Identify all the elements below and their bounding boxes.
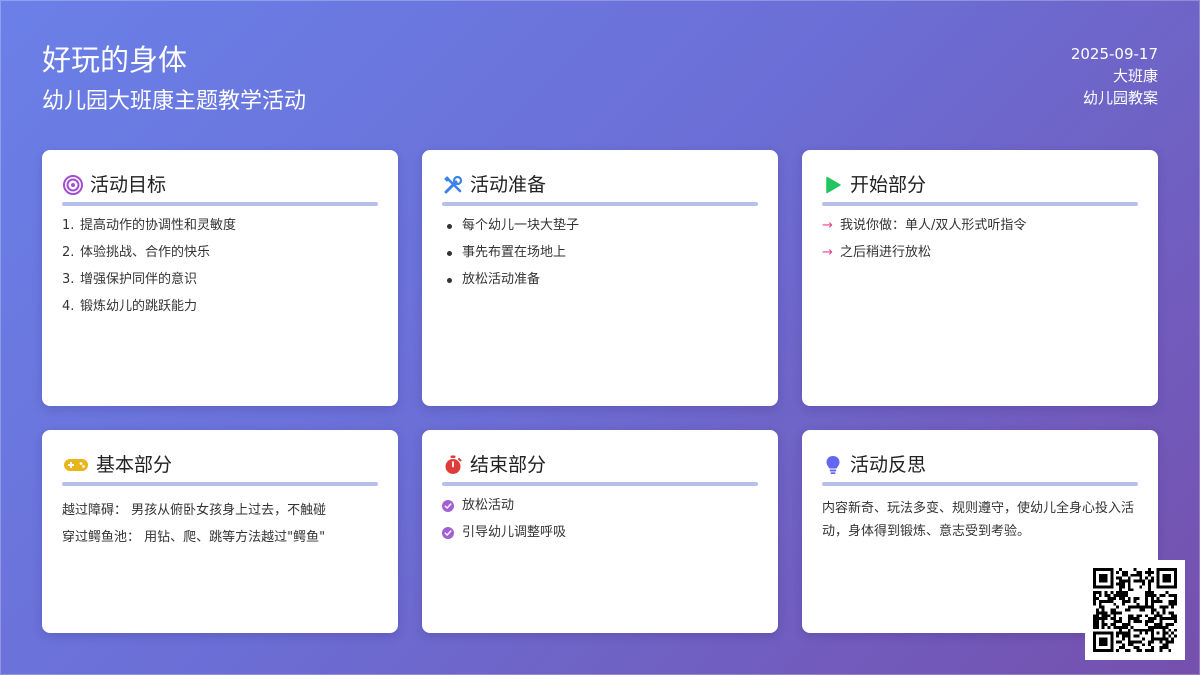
end-card-title: 结束部分 bbox=[470, 454, 547, 476]
start-list: → 我说你做：单人/双人形式听指令 → 之后稍进行放松 bbox=[822, 217, 1138, 262]
list-item: 放松活动 bbox=[442, 497, 758, 515]
reflect-card-title: 活动反思 bbox=[850, 454, 927, 476]
list-number: 3. bbox=[62, 272, 75, 287]
start-card-header: 开始部分 bbox=[822, 172, 1138, 198]
qr-code-icon[interactable] bbox=[1085, 560, 1185, 660]
check-circle-icon bbox=[442, 500, 454, 512]
start-card-divider bbox=[822, 202, 1138, 206]
list-item: 3. 增强保护同伴的意识 bbox=[62, 271, 378, 289]
list-item: 4. 锻炼幼儿的跳跃能力 bbox=[62, 298, 378, 316]
header-class: 大班康 bbox=[1112, 67, 1158, 85]
list-item-text: 体验挑战、合作的快乐 bbox=[80, 245, 211, 260]
list-item: 每个幼儿一块大垫子 bbox=[442, 217, 758, 235]
goals-card-title: 活动目标 bbox=[90, 174, 167, 196]
header-doc-type: 幼儿园教案 bbox=[1082, 89, 1158, 107]
list-item-text: 放松活动准备 bbox=[462, 272, 541, 287]
basic-card-header: 基本部分 bbox=[62, 452, 378, 478]
list-item: 2. 体验挑战、合作的快乐 bbox=[62, 244, 378, 262]
page-title: 好玩的身体 bbox=[42, 43, 188, 77]
list-number: 4. bbox=[62, 299, 75, 314]
end-list: 放松活动 引导幼儿调整呼吸 bbox=[442, 497, 758, 542]
list-item-text: 事先布置在场地上 bbox=[462, 245, 567, 260]
arrow-right-icon: → bbox=[822, 245, 833, 260]
list-item-text: 锻炼幼儿的跳跃能力 bbox=[80, 299, 198, 314]
basic-card-divider bbox=[62, 482, 378, 486]
list-item-text: 放松活动 bbox=[462, 498, 515, 513]
list-item: 引导幼儿调整呼吸 bbox=[442, 524, 758, 542]
list-item-text: 之后稍进行放松 bbox=[840, 245, 932, 260]
bullet-dot bbox=[447, 277, 452, 283]
list-item: → 之后稍进行放松 bbox=[822, 244, 1138, 262]
tools-icon bbox=[442, 174, 464, 196]
basic-line: 穿过鳄鱼池： 用钻、爬、跳等方法越过"鳄鱼" bbox=[62, 530, 326, 545]
prep-card-header: 活动准备 bbox=[442, 172, 758, 198]
list-item: 放松活动准备 bbox=[442, 271, 758, 289]
prep-card-divider bbox=[442, 202, 758, 206]
arrow-right-icon: → bbox=[822, 218, 833, 233]
reflect-text: 内容新奇、玩法多变、规则遵守，使幼儿全身心投入活动，身体得到锻炼、意志受到考验。 bbox=[822, 501, 1135, 539]
play-icon bbox=[822, 174, 844, 196]
lightbulb-icon bbox=[822, 454, 844, 476]
basic-card: 基本部分 越过障碍： 男孩从俯卧女孩身上过去，不触碰 穿过鳄鱼池： 用钻、爬、跳… bbox=[42, 430, 398, 633]
start-card: 开始部分 → 我说你做：单人/双人形式听指令 → 之后稍进行放松 bbox=[802, 150, 1158, 406]
reflect-card-header: 活动反思 bbox=[822, 452, 1138, 478]
list-item-text: 引导幼儿调整呼吸 bbox=[462, 525, 567, 540]
goals-list: 1. 提高动作的协调性和灵敏度 2. 体验挑战、合作的快乐 3. 增强保护同伴的意识 … bbox=[62, 217, 378, 316]
end-card: 结束部分 放松活动 引导幼儿调整呼吸 bbox=[422, 430, 778, 633]
bullet-dot bbox=[447, 223, 452, 229]
goals-card-divider bbox=[62, 202, 378, 206]
check-circle-icon bbox=[442, 527, 454, 539]
bullet-dot bbox=[447, 250, 452, 256]
list-item-text: 每个幼儿一块大垫子 bbox=[462, 218, 580, 233]
list-item: 1. 提高动作的协调性和灵敏度 bbox=[62, 217, 378, 235]
prep-card-title: 活动准备 bbox=[470, 174, 547, 196]
target-icon bbox=[62, 174, 84, 196]
header-meta: 2025-09-17 大班康 幼儿园教案 bbox=[1071, 43, 1158, 109]
gamepad-icon bbox=[62, 454, 90, 476]
goals-card-header: 活动目标 bbox=[62, 172, 378, 198]
basic-line: 越过障碍： 男孩从俯卧女孩身上过去，不触碰 bbox=[62, 503, 327, 518]
list-item-text: 增强保护同伴的意识 bbox=[80, 272, 198, 287]
goals-card: 活动目标 1. 提高动作的协调性和灵敏度 2. 体验挑战、合作的快乐 3. 增强保护同… bbox=[42, 150, 398, 406]
page-subtitle: 幼儿园大班康主题教学活动 bbox=[42, 89, 307, 114]
list-number: 1. bbox=[62, 218, 75, 233]
list-item-text: 我说你做：单人/双人形式听指令 bbox=[840, 218, 1027, 233]
list-item-text: 提高动作的协调性和灵敏度 bbox=[80, 218, 237, 233]
basic-card-title: 基本部分 bbox=[96, 454, 173, 476]
reflect-card-divider bbox=[822, 482, 1138, 486]
list-item: → 我说你做：单人/双人形式听指令 bbox=[822, 217, 1138, 235]
stopwatch-icon bbox=[442, 454, 464, 476]
qr-code-graphic bbox=[1093, 568, 1177, 652]
prep-list: 每个幼儿一块大垫子 事先布置在场地上 放松活动准备 bbox=[442, 217, 758, 289]
end-card-header: 结束部分 bbox=[442, 452, 758, 478]
list-item: 事先布置在场地上 bbox=[442, 244, 758, 262]
header-date: 2025-09-17 bbox=[1070, 45, 1158, 63]
prep-card: 活动准备 每个幼儿一块大垫子 事先布置在场地上 放松活动准备 bbox=[422, 150, 778, 406]
start-card-title: 开始部分 bbox=[850, 174, 927, 196]
list-number: 2. bbox=[62, 245, 75, 260]
end-card-divider bbox=[442, 482, 758, 486]
